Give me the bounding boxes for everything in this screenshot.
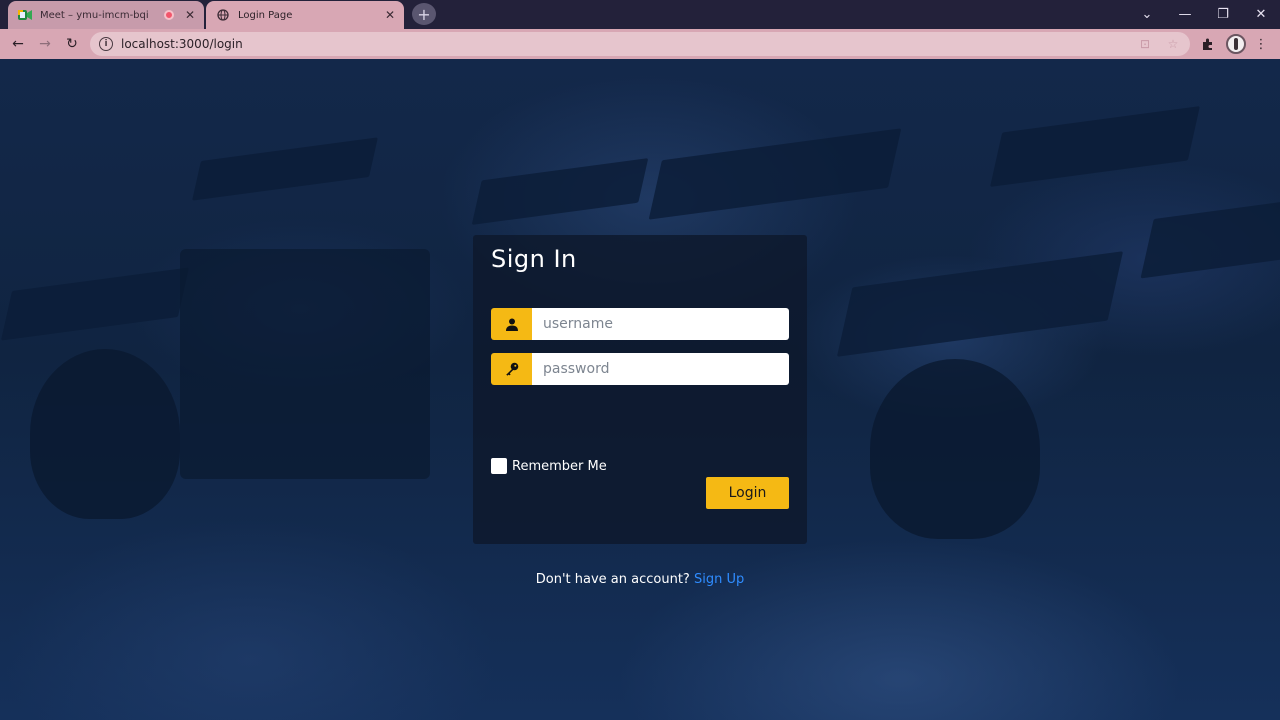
url-text: localhost:3000/login (121, 37, 243, 51)
profile-avatar[interactable] (1226, 34, 1246, 54)
password-field (491, 353, 789, 385)
signup-prompt: Don't have an account? (535, 572, 690, 587)
maximize-button[interactable]: ❐ (1204, 0, 1242, 29)
back-button[interactable]: ← (7, 33, 29, 55)
close-icon[interactable]: ✕ (382, 7, 398, 23)
tab-title: Login Page (238, 9, 293, 21)
graduation-cap-shape (1140, 199, 1280, 279)
forward-button[interactable]: → (34, 33, 56, 55)
tab-title: Meet – ymu-imcm-bqi (40, 9, 149, 21)
extensions-icon[interactable] (1198, 34, 1218, 54)
username-input[interactable] (532, 308, 789, 340)
card-title: Sign In (491, 245, 577, 273)
info-icon[interactable]: i (99, 37, 113, 51)
graduation-cap-shape (648, 128, 902, 220)
background-photo: Sign In Remember Me Login Don't have an … (0, 59, 1280, 720)
user-icon (491, 308, 532, 340)
head-silhouette (870, 359, 1040, 539)
new-tab-button[interactable]: + (412, 3, 436, 25)
close-window-button[interactable]: ✕ (1242, 0, 1280, 29)
minimize-button[interactable]: — (1166, 0, 1204, 29)
signup-link[interactable]: Sign Up (694, 572, 744, 587)
login-button[interactable]: Login (706, 477, 789, 509)
graduation-cap-shape (0, 267, 190, 341)
tab-search-icon[interactable]: ⌄ (1128, 0, 1166, 29)
remember-me-checkbox[interactable] (491, 458, 507, 474)
tab-meet[interactable]: Meet – ymu-imcm-bqi ✕ (8, 1, 204, 29)
signup-row: Don't have an account? Sign Up (473, 572, 807, 587)
remember-me[interactable]: Remember Me (491, 458, 607, 474)
username-field (491, 308, 789, 340)
graduation-cap-shape (836, 251, 1124, 357)
tab-login-page[interactable]: Login Page ✕ (206, 1, 404, 29)
password-input[interactable] (532, 353, 789, 385)
login-card: Sign In Remember Me Login Don't have an … (473, 235, 807, 587)
globe-icon (216, 8, 230, 22)
graduation-cap-shape (192, 137, 378, 201)
install-app-icon[interactable]: ⊡ (1134, 33, 1156, 55)
graduation-cap-shape (471, 158, 649, 225)
head-silhouette (180, 249, 430, 479)
head-silhouette (30, 349, 180, 519)
tab-strip: Meet – ymu-imcm-bqi ✕ Login Page ✕ + ⌄ —… (0, 0, 1280, 29)
bookmark-star-icon[interactable]: ☆ (1162, 33, 1184, 55)
menu-icon[interactable]: ⋮ (1251, 34, 1271, 54)
reload-button[interactable]: ↻ (61, 33, 83, 55)
meet-icon (18, 8, 32, 22)
key-icon (491, 353, 532, 385)
graduation-cap-shape (990, 106, 1200, 187)
address-bar[interactable]: i localhost:3000/login ⊡ ☆ (90, 32, 1190, 56)
browser-toolbar: ← → ↻ i localhost:3000/login ⊡ ☆ ⋮ (0, 29, 1280, 59)
recording-icon (164, 10, 174, 20)
remember-me-label: Remember Me (512, 458, 607, 474)
close-icon[interactable]: ✕ (182, 7, 198, 23)
